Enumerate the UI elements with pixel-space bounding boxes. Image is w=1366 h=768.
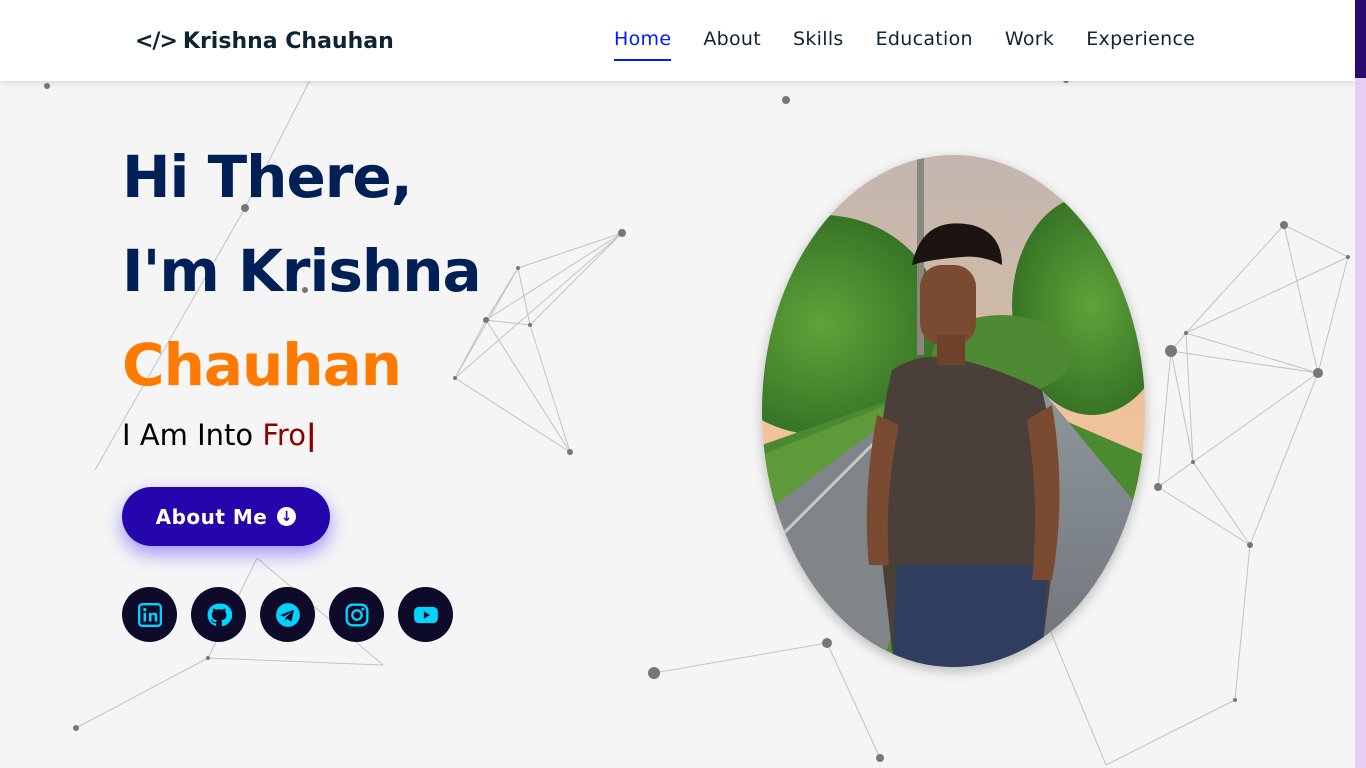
social-links [122, 587, 453, 642]
hero-surname: Chauhan [122, 331, 402, 399]
social-youtube[interactable] [398, 587, 453, 642]
logo-text: Krishna Chauhan [182, 28, 394, 54]
telegram-icon [275, 602, 300, 627]
nav-link-work[interactable]: Work [989, 24, 1070, 54]
profile-photo [762, 155, 1145, 667]
hero-greeting: Hi There, [122, 143, 413, 211]
hero-heading: Hi There, I'm Krishna Chauhan [122, 130, 482, 412]
youtube-icon [413, 606, 438, 623]
about-me-button[interactable]: About Me ↓ [122, 487, 330, 546]
arrow-down-circle-icon: ↓ [277, 507, 297, 526]
instagram-icon [345, 603, 368, 626]
social-github[interactable] [191, 587, 246, 642]
scrollbar-thumb[interactable] [1355, 0, 1366, 78]
logo[interactable]: </> Krishna Chauhan [135, 24, 394, 58]
social-instagram[interactable] [329, 587, 384, 642]
about-me-label: About Me [155, 504, 268, 529]
social-linkedin[interactable] [122, 587, 177, 642]
typing-cursor: | [305, 418, 317, 452]
social-telegram[interactable] [260, 587, 315, 642]
typing-prefix: I Am Into [122, 418, 263, 452]
scrollbar[interactable] [1355, 0, 1366, 768]
page: </> Krishna Chauhan Home About Skills Ed… [0, 0, 1355, 768]
nav-link-home[interactable]: Home [598, 24, 687, 61]
nav-link-about[interactable]: About [687, 24, 777, 54]
linkedin-icon [137, 602, 162, 627]
code-icon: </> [135, 28, 178, 54]
nav-link-education[interactable]: Education [860, 24, 989, 54]
github-icon [207, 603, 232, 626]
hero-name-line: I'm Krishna [122, 237, 482, 305]
main-nav: Home About Skills Education Work Experie… [598, 24, 1211, 61]
nav-link-skills[interactable]: Skills [777, 24, 860, 54]
typing-text: I Am Into Fro| [122, 418, 317, 452]
nav-link-experience[interactable]: Experience [1070, 24, 1211, 54]
site-header: </> Krishna Chauhan Home About Skills Ed… [0, 0, 1355, 81]
typing-typed: Fro [262, 418, 306, 452]
